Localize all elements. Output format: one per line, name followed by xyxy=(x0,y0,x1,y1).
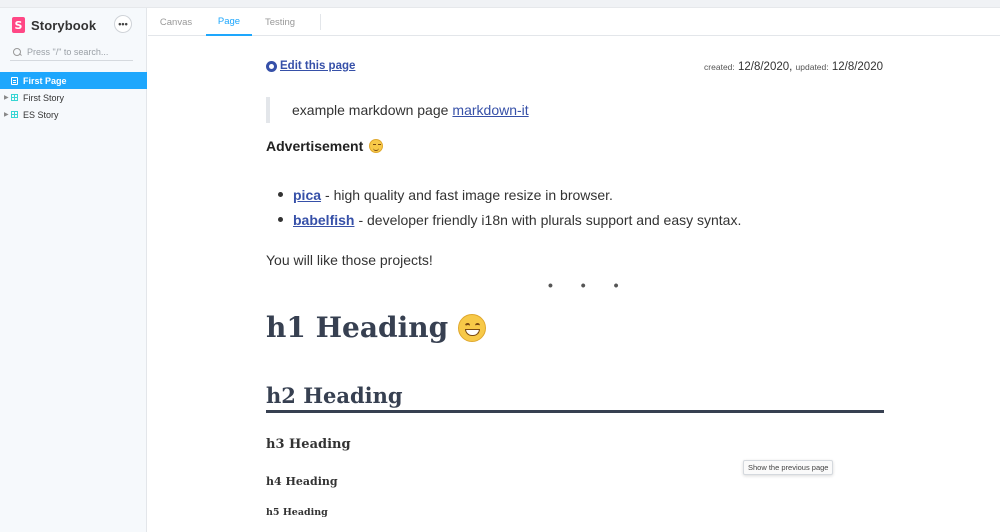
updated-label: updated: xyxy=(795,62,829,72)
page-dates: created: 12/8/2020, updated: 12/8/2020 xyxy=(704,61,883,73)
search-input[interactable] xyxy=(27,47,127,57)
caret-right-icon: ▶ xyxy=(4,95,9,101)
like-text: You will like those projects! xyxy=(266,252,433,268)
sidebar-item-label: First Story xyxy=(23,92,65,103)
list-item-text: - high quality and fast image resize in … xyxy=(325,186,613,203)
updated-date: 12/8/2020 xyxy=(831,61,883,73)
heading-h1-text: h1 Heading xyxy=(266,311,449,344)
caret-right-icon: ▶ xyxy=(4,112,9,118)
brand[interactable]: S Storybook xyxy=(12,17,96,33)
window-top-bar xyxy=(0,0,1000,8)
list-item: babelfish - developer friendly i18n with… xyxy=(278,207,741,232)
heading-h5: h5 Heading xyxy=(266,507,328,518)
tab-testing[interactable]: Testing xyxy=(254,8,306,36)
sidebar: S Storybook ••• First Page ▶ First Story… xyxy=(0,8,147,532)
page-content: Edit this page created: 12/8/2020, updat… xyxy=(148,37,1000,532)
heading-h1: h1 Heading xyxy=(266,311,487,344)
sidebar-item-label: ES Story xyxy=(23,109,59,120)
story-tree: First Page ▶ First Story ▶ ES Story xyxy=(0,72,147,123)
sidebar-item-first-story[interactable]: ▶ First Story xyxy=(0,89,147,106)
storybook-app: S Storybook ••• First Page ▶ First Story… xyxy=(0,0,1000,532)
pica-link[interactable]: pica xyxy=(293,187,321,203)
search-icon xyxy=(13,47,22,57)
project-list: pica - high quality and fast image resiz… xyxy=(278,182,741,232)
list-item-text: - developer friendly i18n with plurals s… xyxy=(358,211,742,228)
toolbar-divider xyxy=(320,14,321,30)
search-box[interactable] xyxy=(10,44,133,61)
sidebar-item-label: First Page xyxy=(23,75,67,86)
github-icon xyxy=(266,60,277,72)
sidebar-item-es-story[interactable]: ▶ ES Story xyxy=(0,106,147,123)
storybook-logo-icon: S xyxy=(12,17,25,33)
component-icon xyxy=(11,111,18,118)
sidebar-item-first-page[interactable]: First Page xyxy=(0,72,147,89)
advertisement-heading: Advertisement xyxy=(266,138,384,154)
heading-h4: h4 Heading xyxy=(266,475,338,488)
markdown-it-link[interactable]: markdown-it xyxy=(452,102,528,118)
toolbar: Canvas Page Testing xyxy=(148,8,1000,36)
advertisement-label: Advertisement xyxy=(266,138,364,154)
babelfish-link[interactable]: babelfish xyxy=(293,212,354,228)
brand-name: Storybook xyxy=(31,17,97,33)
wink-emoji-icon xyxy=(369,139,384,153)
tooltip: Show the previous page xyxy=(743,460,834,475)
more-options-button[interactable]: ••• xyxy=(114,15,132,33)
edit-page-link[interactable]: Edit this page xyxy=(266,60,355,72)
list-item: pica - high quality and fast image resiz… xyxy=(278,182,741,207)
component-icon xyxy=(11,94,18,101)
horizontal-rule: • • • xyxy=(548,277,631,293)
tab-canvas[interactable]: Canvas xyxy=(148,8,204,36)
created-label: created: xyxy=(704,62,735,72)
quote-text: example markdown page xyxy=(292,102,449,118)
heading-h2: h2 Heading xyxy=(266,383,884,413)
created-date: 12/8/2020 xyxy=(737,61,790,73)
edit-page-label: Edit this page xyxy=(280,60,356,72)
tab-page[interactable]: Page xyxy=(206,8,252,36)
grin-emoji-icon xyxy=(458,313,487,342)
bullet-icon xyxy=(278,192,283,197)
blockquote: example markdown page markdown-it xyxy=(266,97,766,123)
bullet-icon xyxy=(278,217,283,222)
document-icon xyxy=(11,76,18,85)
heading-h3: h3 Heading xyxy=(266,437,351,452)
